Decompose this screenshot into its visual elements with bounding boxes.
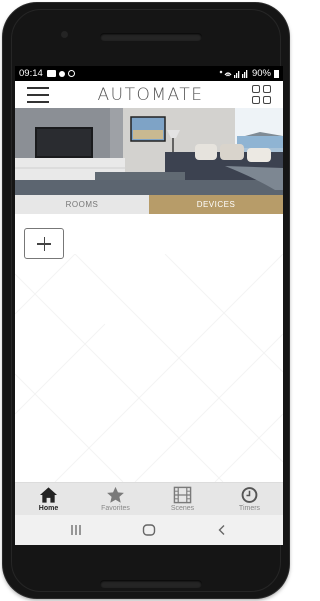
nav-timers[interactable]: Timers <box>216 483 283 515</box>
tab-rooms[interactable]: ROOMS <box>15 195 149 214</box>
image-notification-icon <box>46 70 56 77</box>
menu-button[interactable] <box>27 86 49 103</box>
home-system-button[interactable] <box>136 522 162 538</box>
nav-home-label: Home <box>38 505 59 512</box>
bottom-navigation: Home Favorites Scenes Timers <box>15 482 283 515</box>
grid-view-button[interactable] <box>252 85 271 104</box>
home-icon <box>39 487 58 503</box>
app-logo: AUTOMATE <box>97 84 204 105</box>
menu-icon <box>27 86 49 89</box>
clock-icon <box>241 487 258 503</box>
back-chevron-icon <box>218 525 225 535</box>
system-navigation-bar <box>15 515 283 545</box>
grid-icon <box>252 85 260 93</box>
front-camera <box>61 31 68 38</box>
status-time: 09:14 <box>19 68 43 79</box>
tab-devices[interactable]: DEVICES <box>149 195 283 214</box>
room-banner-image <box>15 108 283 195</box>
nav-scenes-label: Scenes <box>170 505 195 512</box>
nav-scenes[interactable]: Scenes <box>149 483 216 515</box>
tab-bar: ROOMS DEVICES <box>15 195 283 214</box>
record-notification-icon <box>58 70 65 77</box>
sync-notification-icon <box>67 70 75 77</box>
signal-wifi-icon <box>219 70 248 78</box>
nav-favorites[interactable]: Favorites <box>82 483 149 515</box>
nav-timers-label: Timers <box>238 505 261 512</box>
app-header: AUTOMATE <box>15 81 283 108</box>
earpiece-speaker <box>100 33 202 41</box>
nav-favorites-label: Favorites <box>101 505 130 512</box>
star-icon <box>107 486 124 503</box>
recent-apps-button[interactable] <box>63 522 89 538</box>
status-bar: 09:14 90% <box>15 66 283 81</box>
bottom-speaker <box>100 580 202 588</box>
phone-screen: 09:14 90% AUTOMATE ROOMS DEVICES Home Fa… <box>15 66 283 545</box>
nav-home[interactable]: Home <box>15 483 82 515</box>
film-icon <box>173 486 192 504</box>
back-button[interactable] <box>209 522 235 538</box>
battery-percent: 90% <box>251 68 271 79</box>
recents-icon <box>71 525 81 535</box>
home-circle-icon <box>142 524 156 536</box>
battery-icon <box>274 69 279 78</box>
background-pattern <box>15 254 283 482</box>
devices-panel <box>15 214 283 482</box>
